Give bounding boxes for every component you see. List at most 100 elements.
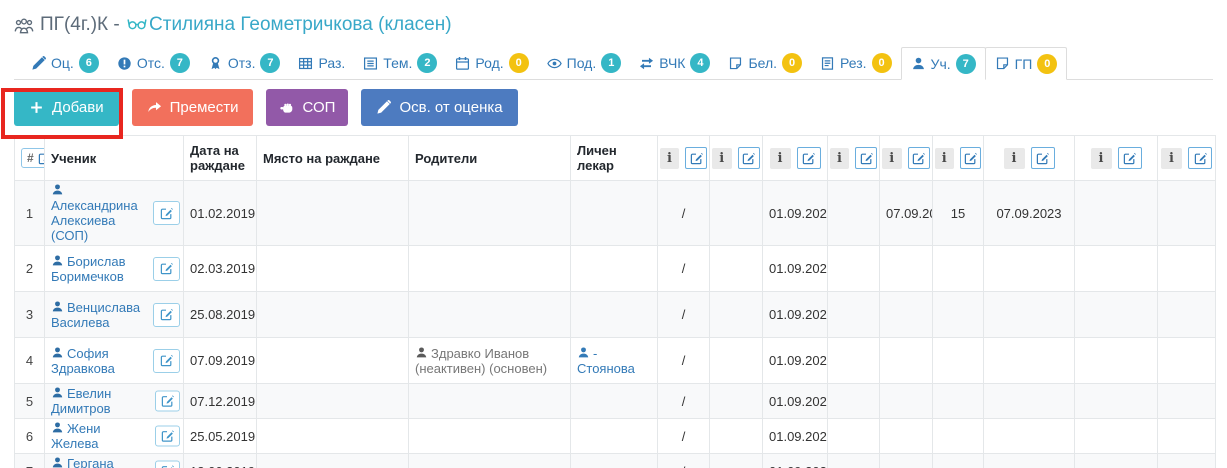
- student-name: Александрина Алексиева (СОП): [51, 198, 138, 243]
- edit-column-button[interactable]: [855, 147, 877, 169]
- edit-icon: [38, 152, 45, 165]
- extra-cell: [880, 454, 933, 468]
- table-row: 5Евелин Димитров07.12.2019/01.09.2023: [15, 384, 1216, 419]
- birth-place-cell: [257, 181, 409, 246]
- extra-cell: [1158, 181, 1216, 246]
- info-icon[interactable]: i: [830, 148, 849, 169]
- info-icon[interactable]: i: [882, 148, 902, 169]
- edit-column-button[interactable]: [1188, 147, 1212, 169]
- extra-cell: /: [658, 181, 710, 246]
- doctor-cell: [571, 454, 658, 468]
- edit-student-button[interactable]: [153, 349, 180, 373]
- tab-count-badge: 2: [417, 53, 437, 73]
- student-link[interactable]: Александрина Алексиева (СОП): [51, 183, 138, 243]
- class-teacher-link[interactable]: Стилияна Геометричкова (класен): [149, 14, 452, 35]
- extra-cell: [710, 419, 763, 454]
- extra-cell: [1158, 419, 1216, 454]
- tab-topics[interactable]: Тем. 2: [354, 47, 446, 79]
- extra-cell: /: [658, 384, 710, 419]
- edit-column-button[interactable]: [960, 147, 981, 169]
- user-icon: [51, 300, 64, 313]
- doctor-link[interactable]: - Стоянова: [577, 346, 635, 376]
- edit-column-button[interactable]: [685, 147, 707, 169]
- row-number-cell: 6: [15, 419, 45, 454]
- info-icon[interactable]: i: [770, 148, 791, 169]
- edit-student-button[interactable]: [153, 257, 180, 281]
- edit-student-button[interactable]: [155, 461, 180, 468]
- extra-cell: [933, 292, 984, 338]
- parents-cell: [409, 181, 571, 246]
- edit-student-button[interactable]: [155, 391, 180, 412]
- students-table: #УченикДата на ражданеМясто на ражданеРо…: [14, 135, 1216, 468]
- edit-student-button[interactable]: [153, 201, 180, 225]
- pencil-icon: [376, 100, 391, 115]
- move-button[interactable]: Премести: [132, 89, 254, 126]
- student-link[interactable]: Борислав Боримечков: [51, 254, 125, 284]
- add-button[interactable]: Добави: [14, 89, 119, 126]
- info-icon[interactable]: i: [712, 148, 732, 169]
- extra-cell: [1075, 338, 1158, 384]
- table-header: #УченикДата на ражданеМясто на ражданеРо…: [15, 136, 1216, 181]
- extra-cell: [828, 292, 880, 338]
- extra-cell: [984, 454, 1075, 468]
- release-from-grade-button[interactable]: Осв. от оценка: [361, 89, 517, 126]
- edit-column-button[interactable]: [797, 147, 821, 169]
- info-icon[interactable]: i: [935, 148, 954, 169]
- column-header-icons: i: [935, 147, 981, 169]
- extra-cell: [933, 384, 984, 419]
- student-link[interactable]: Венцислава Василева: [51, 300, 140, 330]
- info-icon[interactable]: i: [1091, 148, 1112, 169]
- extra-cell: [1075, 454, 1158, 468]
- tab-signals[interactable]: Под.1: [538, 47, 631, 79]
- sop-button[interactable]: СОП: [266, 89, 348, 126]
- tab-absences[interactable]: Отс.7: [108, 47, 199, 79]
- tab-reviews[interactable]: Отз.7: [199, 47, 290, 79]
- extra-cell: 01.09.2023: [763, 454, 828, 468]
- student-link[interactable]: Евелин Димитров: [51, 386, 111, 416]
- tab-count-badge: 1: [601, 53, 621, 73]
- rows-edit-button[interactable]: #: [21, 148, 45, 168]
- extra-cell: [1075, 181, 1158, 246]
- tab-grades[interactable]: Оц.6: [22, 47, 108, 79]
- parent-entry[interactable]: Здравко Иванов (неактивен) (основен): [415, 346, 547, 376]
- class-name: ПГ(4г.)К -: [40, 14, 125, 35]
- edit-column-button[interactable]: [1118, 147, 1142, 169]
- extra-cell: [1075, 384, 1158, 419]
- edit-column-button[interactable]: [908, 147, 930, 169]
- extra-cell: [880, 384, 933, 419]
- birth-place-cell: [257, 246, 409, 292]
- info-icon[interactable]: i: [1161, 148, 1182, 169]
- birth-date-column-header: Дата на раждане: [184, 136, 257, 181]
- student-cell: Александрина Алексиева (СОП): [45, 181, 184, 246]
- info-icon[interactable]: i: [660, 148, 679, 169]
- tab-results[interactable]: Рез.0: [811, 47, 901, 79]
- student-cell: Жени Желева: [45, 419, 184, 454]
- user-icon: [51, 254, 64, 267]
- birth-place-cell: [257, 454, 409, 468]
- info-icon[interactable]: i: [1004, 148, 1025, 169]
- edit-student-button[interactable]: [155, 426, 180, 447]
- tab-schedule[interactable]: Раз.: [289, 47, 354, 79]
- tab-notes[interactable]: Бел.0: [719, 47, 811, 79]
- tab-label: Тем.: [383, 55, 412, 71]
- extra-column-header: i: [828, 136, 880, 181]
- student-link[interactable]: Гергана Гачева: [51, 456, 114, 468]
- tab-gp[interactable]: ГП0: [985, 47, 1068, 80]
- student-link[interactable]: Жени Желева: [51, 421, 101, 451]
- extra-cell: [710, 338, 763, 384]
- exchange-icon: [639, 56, 654, 71]
- tab-students[interactable]: Уч.7: [901, 47, 986, 80]
- extra-cell: /: [658, 292, 710, 338]
- edit-column-button[interactable]: [1031, 147, 1055, 169]
- student-cell: Венцислава Василева: [45, 292, 184, 338]
- tab-parents[interactable]: Род.0: [446, 47, 537, 79]
- edit-student-button[interactable]: [153, 303, 180, 327]
- tab-label: Отз.: [228, 55, 256, 71]
- parents-column-header: Родители: [409, 136, 571, 181]
- tab-vchk[interactable]: ВЧК4: [630, 47, 719, 79]
- column-header-icons: i: [765, 147, 825, 169]
- tab-count-badge: 4: [690, 53, 710, 73]
- student-link[interactable]: София Здравкова: [51, 346, 115, 376]
- edit-column-button[interactable]: [738, 147, 760, 169]
- column-header-icons: i: [882, 147, 930, 169]
